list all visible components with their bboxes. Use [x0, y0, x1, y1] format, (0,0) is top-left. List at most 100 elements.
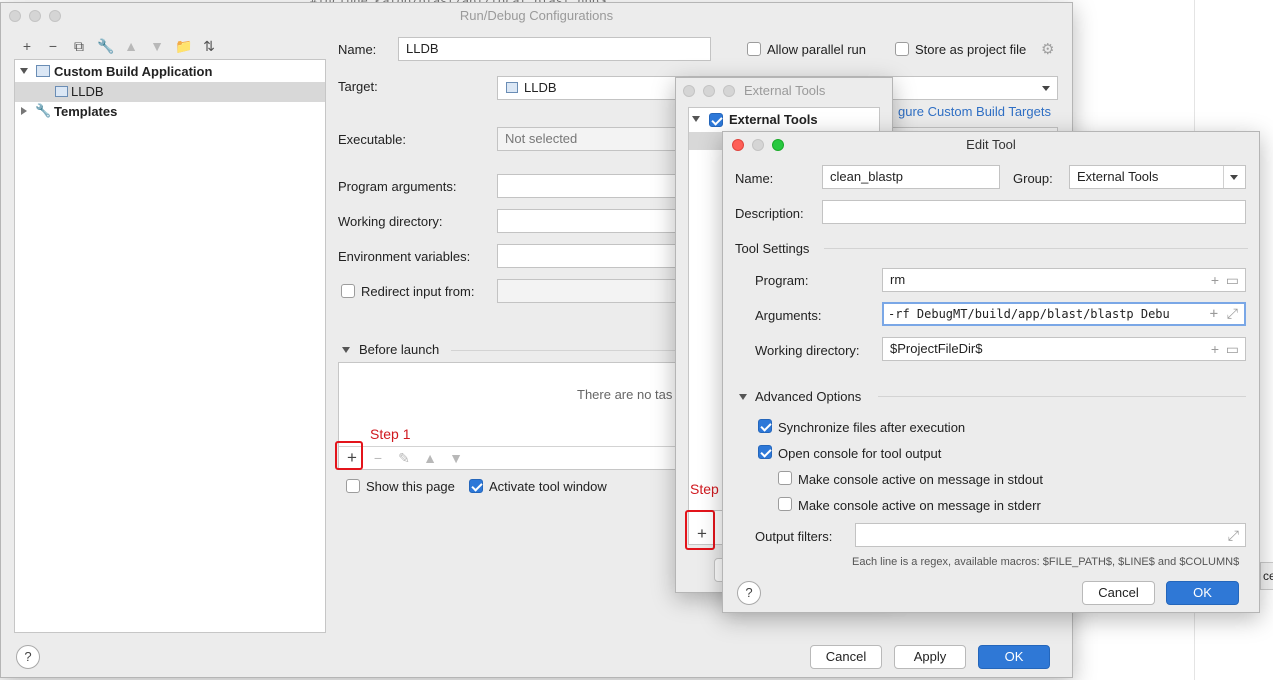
group-label: Group: [1013, 171, 1053, 186]
redirect-input-checkbox[interactable] [341, 284, 355, 298]
move-down-icon[interactable]: ▼ [149, 38, 165, 54]
tool-working-dir-value: $ProjectFileDir$ [890, 341, 983, 356]
expand-icon[interactable]: ⤢ [1226, 307, 1238, 321]
before-launch-toggle-icon[interactable] [342, 347, 350, 353]
help-button[interactable]: ? [737, 581, 761, 605]
remove-task-icon[interactable]: − [370, 450, 386, 466]
apply-button[interactable]: Apply [894, 645, 966, 669]
tool-name-input[interactable]: clean_blastp [822, 165, 1000, 189]
insert-macro-icon[interactable]: + [1207, 307, 1218, 321]
open-console-checkbox[interactable] [758, 445, 772, 459]
wrench-icon: 🔧 [35, 103, 52, 118]
working-dir-label: Working directory: [338, 214, 443, 229]
minimize-window-button[interactable] [703, 85, 715, 97]
before-launch-label: Before launch [359, 342, 440, 357]
copy-icon[interactable]: ⧉ [71, 38, 87, 54]
group-value: External Tools [1077, 169, 1159, 184]
group-select[interactable]: External Tools [1069, 165, 1246, 189]
output-filters-input[interactable]: ⤢ [855, 523, 1246, 547]
show-page-label: Show this page [366, 479, 455, 494]
chevron-down-icon [1042, 86, 1050, 91]
program-args-label: Program arguments: [338, 179, 457, 194]
advanced-options-label: Advanced Options [755, 389, 862, 404]
edit-tool-cancel-button[interactable]: Cancel [1082, 581, 1155, 605]
show-page-checkbox[interactable] [346, 479, 360, 493]
minimize-window-button[interactable] [29, 10, 41, 22]
arguments-input[interactable]: -rf DebugMT/build/app/blast/blastp Debu … [882, 302, 1246, 326]
cancel-button[interactable]: Cancel [810, 645, 882, 669]
zoom-window-button[interactable] [49, 10, 61, 22]
program-label: Program: [755, 273, 809, 288]
expand-icon[interactable] [692, 116, 700, 122]
close-window-button[interactable] [9, 10, 21, 22]
app-config-icon [55, 86, 68, 97]
tree-item-templates[interactable]: Templates [54, 104, 117, 119]
activate-tool-checkbox[interactable] [469, 479, 483, 493]
folder-add-icon[interactable]: 📁 [175, 38, 192, 54]
close-window-button[interactable] [683, 85, 695, 97]
tool-settings-separator [824, 248, 1248, 249]
run-debug-titlebar: Run/Debug Configurations [1, 3, 1072, 29]
wrench-icon[interactable]: 🔧 [97, 38, 114, 54]
expand-icon[interactable]: ⤢ [1228, 528, 1239, 542]
zoom-window-button[interactable] [723, 85, 735, 97]
run-debug-title: Run/Debug Configurations [459, 8, 614, 23]
external-tools-group-checkbox[interactable] [709, 113, 723, 127]
folder-icon[interactable]: ▭ [1226, 273, 1239, 287]
allow-parallel-checkbox[interactable] [747, 42, 761, 56]
sync-files-checkbox[interactable] [758, 419, 772, 433]
insert-macro-icon[interactable]: + [1211, 273, 1219, 287]
step2-highlight [685, 510, 715, 550]
activate-tool-label: Activate tool window [489, 479, 607, 494]
move-task-down-icon[interactable]: ▼ [448, 450, 464, 466]
app-config-icon [506, 82, 518, 93]
console-stderr-checkbox[interactable] [778, 497, 792, 511]
external-tools-title: External Tools [744, 83, 826, 98]
edit-tool-ok-button[interactable]: OK [1166, 581, 1239, 605]
tree-item-lldb: LLDB [71, 84, 104, 99]
insert-macro-icon[interactable]: + [1211, 342, 1219, 356]
description-input[interactable] [822, 200, 1246, 224]
ok-button[interactable]: OK [978, 645, 1050, 669]
program-value: rm [890, 272, 906, 287]
tool-name-label: Name: [735, 171, 774, 186]
tool-working-dir-input[interactable]: $ProjectFileDir$ + ▭ [882, 337, 1246, 361]
gear-icon[interactable]: ⚙ [1041, 40, 1054, 58]
folder-icon[interactable]: ▭ [1226, 342, 1239, 356]
close-window-button[interactable] [732, 139, 744, 151]
redirect-input-label: Redirect input from: [361, 284, 475, 299]
move-task-up-icon[interactable]: ▲ [422, 450, 438, 466]
step1-highlight [335, 441, 363, 470]
description-label: Description: [735, 206, 804, 221]
sort-icon[interactable]: ⇅ [201, 38, 217, 54]
tool-settings-label: Tool Settings [735, 241, 810, 256]
configure-targets-link[interactable]: gure Custom Build Targets [898, 104, 1051, 119]
tree-item-custom-build-app[interactable]: Custom Build Application [54, 64, 212, 79]
minimize-window-button[interactable] [752, 139, 764, 151]
tree-item-lldb-row[interactable]: LLDB [15, 82, 325, 102]
expand-icon[interactable] [20, 68, 28, 74]
editor-peek-panel: ce [1260, 562, 1273, 590]
edit-tool-titlebar: Edit Tool [723, 132, 1259, 158]
chevron-down-icon [1223, 166, 1245, 188]
program-input[interactable]: rm + ▭ [882, 268, 1246, 292]
edit-tool-title: Edit Tool [966, 137, 1016, 152]
external-tools-group-label[interactable]: External Tools [729, 112, 818, 127]
edit-tool-window: Edit Tool Name: clean_blastp Group: Exte… [722, 131, 1260, 613]
edit-task-icon[interactable]: ✎ [396, 450, 412, 466]
store-project-checkbox[interactable] [895, 42, 909, 56]
help-button[interactable]: ? [16, 645, 40, 669]
remove-icon[interactable]: − [45, 38, 61, 54]
advanced-toggle-icon[interactable] [739, 394, 747, 400]
name-input[interactable]: LLDB [398, 37, 711, 61]
sync-files-label: Synchronize files after execution [778, 420, 966, 435]
step1-annotation: Step 1 [370, 426, 411, 442]
output-filters-hint: Each line is a regex, available macros: … [852, 556, 1240, 568]
target-label: Target: [338, 79, 378, 94]
arguments-value: -rf DebugMT/build/app/blast/blastp Debu [888, 307, 1170, 321]
add-icon[interactable]: + [19, 38, 35, 54]
console-stdout-checkbox[interactable] [778, 471, 792, 485]
zoom-window-button[interactable] [772, 139, 784, 151]
collapse-icon[interactable] [21, 107, 27, 115]
move-up-icon[interactable]: ▲ [123, 38, 139, 54]
